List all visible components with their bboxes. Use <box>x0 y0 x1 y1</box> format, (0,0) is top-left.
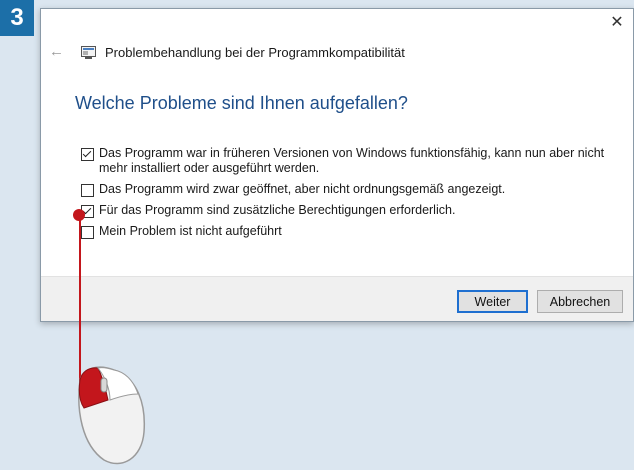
cancel-button[interactable]: Abbrechen <box>537 290 623 313</box>
options-list: Das Programm war in früheren Versionen v… <box>81 146 621 245</box>
question-heading: Welche Probleme sind Ihnen aufgefallen? <box>75 93 408 113</box>
mouse-icon <box>78 366 146 465</box>
option-label: Für das Programm sind zusätzliche Berech… <box>99 203 456 217</box>
checkbox-option-2[interactable] <box>81 184 94 197</box>
troubleshooter-dialog: ✕ ← Problembehandlung bei der Programmko… <box>40 8 634 322</box>
option-not-listed[interactable]: Mein Problem ist nicht aufgeführt <box>81 224 621 239</box>
close-icon[interactable]: ✕ <box>609 15 625 31</box>
option-label: Das Programm wird zwar geöffnet, aber ni… <box>99 182 506 196</box>
dialog-footer: Weiter Abbrechen <box>41 276 633 321</box>
option-label: Mein Problem ist nicht aufgeführt <box>99 224 282 238</box>
option-permissions[interactable]: Für das Programm sind zusätzliche Berech… <box>81 203 621 218</box>
troubleshooter-app-icon <box>81 46 96 59</box>
checkbox-option-1[interactable] <box>81 148 94 161</box>
option-display-issue[interactable]: Das Programm wird zwar geöffnet, aber ni… <box>81 182 621 197</box>
option-label: Das Programm war in früheren Versionen v… <box>99 146 605 175</box>
dialog-title: Problembehandlung bei der Programmkompat… <box>105 45 405 60</box>
pointer-dot <box>73 209 85 221</box>
step-number-badge: 3 <box>0 0 34 36</box>
back-arrow-icon[interactable]: ← <box>49 43 64 60</box>
option-previous-versions[interactable]: Das Programm war in früheren Versionen v… <box>81 146 621 176</box>
next-button[interactable]: Weiter <box>457 290 528 313</box>
checkbox-option-4[interactable] <box>81 226 94 239</box>
